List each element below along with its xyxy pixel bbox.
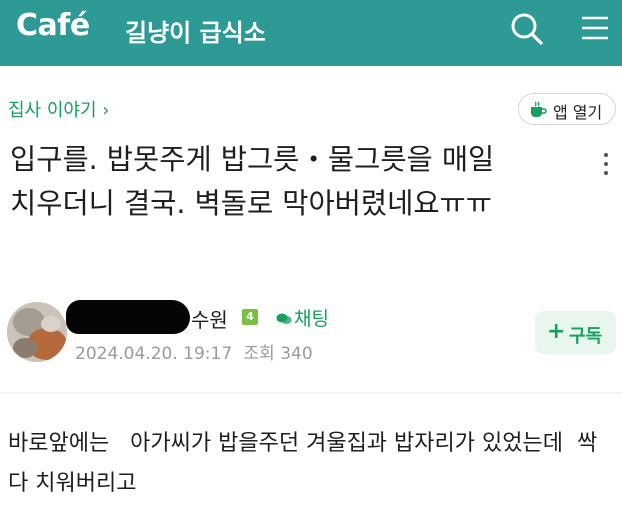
app-open-label: 앱 열기 (553, 103, 603, 122)
top-bar: Café 길냥이 급식소 (0, 0, 622, 66)
search-button[interactable] (510, 12, 544, 46)
cafe-name[interactable]: 길냥이 급식소 (125, 13, 266, 48)
subscribe-button[interactable]: + 구독 (535, 311, 616, 354)
post-body: 바로앞에는 아가씨가 밥을주던 겨울집과 밥자리가 있었는데 싹다 치워버리고 (8, 431, 598, 496)
redacted-author-id (66, 300, 190, 334)
app-open-button[interactable]: 앱 열기 (518, 93, 616, 125)
view-count: 조회 340 (243, 344, 313, 364)
subscribe-label: 구독 (569, 326, 603, 347)
cup-icon (531, 101, 547, 117)
post-title: 입구를. 밥못주게 밥그릇・물그릇을 매일 치우더니 결국. 벽돌로 막아버렸네… (10, 143, 495, 220)
menu-button[interactable] (580, 14, 610, 42)
more-dot-icon (604, 171, 608, 175)
more-dot-icon (604, 153, 608, 157)
chat-label: 채팅 (294, 308, 329, 330)
board-link[interactable]: 집사 이야기 › (8, 96, 109, 122)
level-badge: 4 (242, 309, 258, 325)
plus-icon: + (547, 319, 566, 344)
chat-bubble-icon (276, 313, 292, 324)
cafe-logo[interactable]: Café (16, 8, 90, 43)
avatar-image (7, 302, 67, 362)
menu-icon (582, 16, 608, 40)
author-name[interactable]: 수원 (191, 304, 228, 333)
chat-button[interactable]: 채팅 (276, 304, 329, 331)
divider (0, 392, 622, 393)
more-options-button[interactable] (598, 150, 614, 186)
post-meta: 2024.04.20. 19:17 조회 340 (75, 339, 319, 364)
more-dot-icon (604, 162, 608, 166)
author-avatar[interactable] (7, 302, 67, 362)
post-date: 2024.04.20. 19:17 (75, 344, 233, 364)
search-icon (511, 13, 543, 45)
